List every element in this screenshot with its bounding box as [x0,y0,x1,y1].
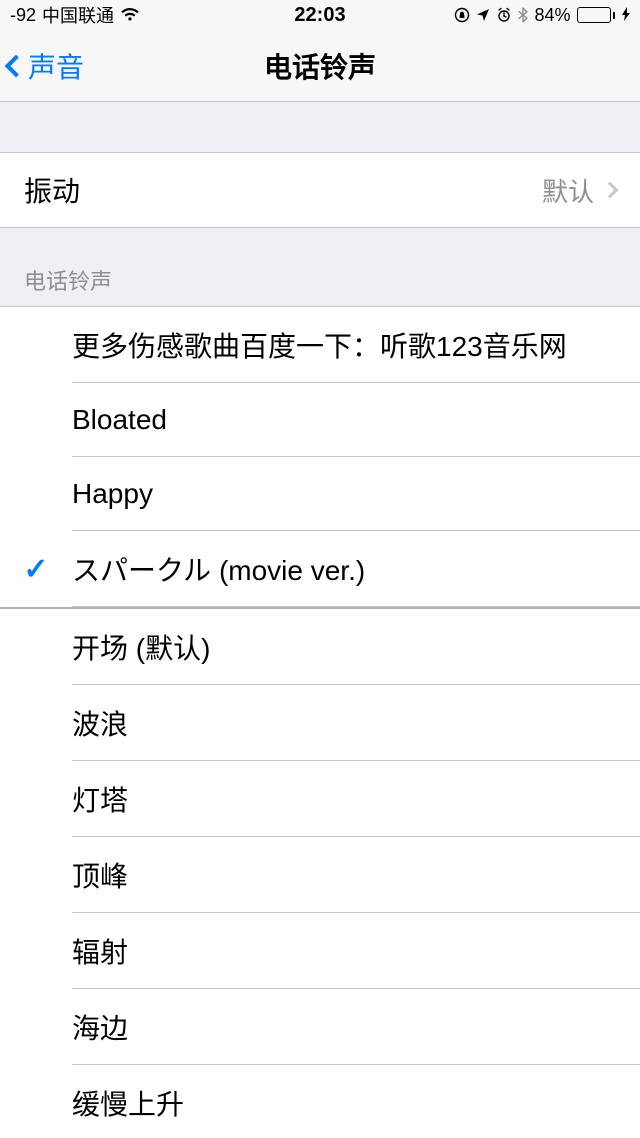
nav-bar: 声音 电话铃声 [0,30,640,102]
chevron-right-icon [602,182,619,199]
ringtone-label: 更多伤感歌曲百度一下：听歌123音乐网 [72,307,616,383]
ringtone-item[interactable]: 辐射 [0,913,640,989]
status-time: 22:03 [294,4,345,27]
ringtone-label: Happy [72,460,616,528]
status-left: -92 中国联通 [10,2,140,28]
ringtone-label: 波浪 [72,685,616,761]
vibration-row[interactable]: 振动 默认 [0,153,640,227]
ringtone-label: 辐射 [72,913,616,989]
location-icon [476,8,490,22]
carrier-name: 中国联通 [42,2,114,28]
ringtone-list: 更多伤感歌曲百度一下：听歌123音乐网 Bloated Happy ✓ スパーク… [0,306,640,1138]
back-button[interactable]: 声音 [0,46,84,86]
ringtone-item[interactable]: 更多伤感歌曲百度一下：听歌123音乐网 [0,307,640,383]
rotation-lock-icon [454,7,470,23]
check-col: ✓ [0,552,72,587]
status-bar: -92 中国联通 22:03 84% [0,0,640,30]
battery-icon [577,7,616,23]
ringtone-label: Bloated [72,386,616,454]
spacer [0,102,640,152]
vibration-value-text: 默认 [542,172,594,209]
ringtone-label: 海边 [72,989,616,1065]
ringtone-item[interactable]: 缓慢上升 [0,1065,640,1138]
wifi-icon [120,8,140,22]
ringtone-item[interactable]: 海边 [0,989,640,1065]
back-label: 声音 [28,46,84,86]
checkmark-icon: ✓ [23,552,48,587]
ringtone-item[interactable]: 顶峰 [0,837,640,913]
ringtone-item-selected[interactable]: ✓ スパークル (movie ver.) [0,531,640,607]
ringtones-header: 电话铃声 [0,228,640,306]
signal-strength: -92 [10,5,36,26]
ringtone-item[interactable]: 波浪 [0,685,640,761]
status-right: 84% [454,5,630,26]
battery-percentage: 84% [534,5,570,26]
ringtone-label: スパークル (movie ver.) [72,531,616,607]
page-title: 电话铃声 [264,46,376,86]
bluetooth-icon [518,7,528,23]
ringtone-label: 顶峰 [72,837,616,913]
alarm-icon [496,7,512,23]
chevron-left-icon [5,54,28,77]
ringtone-label: 缓慢上升 [72,1065,616,1138]
vibration-value: 默认 [542,172,616,209]
ringtone-item[interactable]: Bloated [0,383,640,457]
ringtone-label: 灯塔 [72,761,616,837]
ringtone-label: 开场 (默认) [72,609,616,685]
ringtone-item[interactable]: 开场 (默认) [0,609,640,685]
vibration-section: 振动 默认 [0,152,640,228]
ringtone-item[interactable]: 灯塔 [0,761,640,837]
charging-icon [622,7,630,24]
vibration-label: 振动 [24,170,80,210]
ringtone-item[interactable]: Happy [0,457,640,531]
